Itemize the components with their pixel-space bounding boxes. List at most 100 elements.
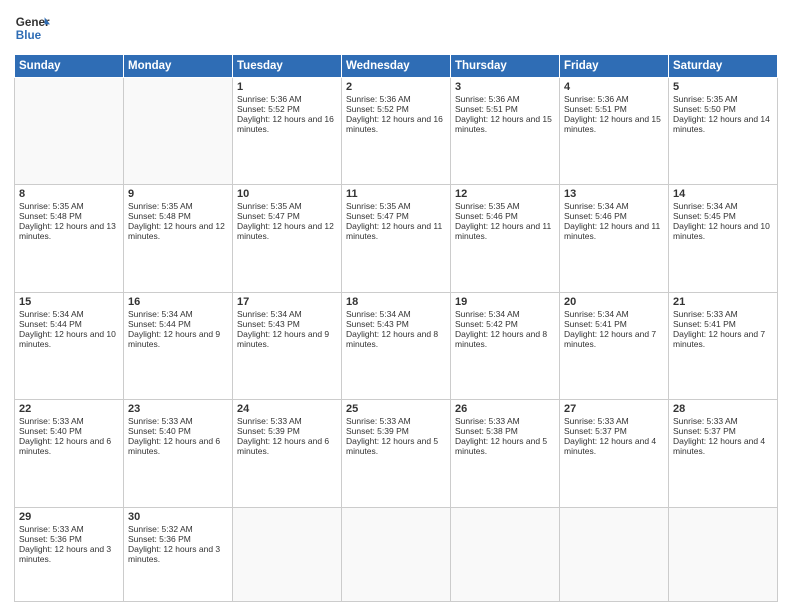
daylight: Daylight: 12 hours and 13 minutes. <box>19 221 116 241</box>
calendar-cell: 1Sunrise: 5:36 AMSunset: 5:52 PMDaylight… <box>233 78 342 185</box>
day-number: 17 <box>237 296 337 308</box>
day-number: 3 <box>455 81 555 93</box>
daylight: Daylight: 12 hours and 15 minutes. <box>455 114 552 134</box>
daylight: Daylight: 12 hours and 6 minutes. <box>19 436 111 456</box>
daylight: Daylight: 12 hours and 10 minutes. <box>19 329 116 349</box>
sunrise: Sunrise: 5:35 AM <box>237 201 302 211</box>
calendar-cell: 28Sunrise: 5:33 AMSunset: 5:37 PMDayligh… <box>669 400 778 507</box>
sunset: Sunset: 5:39 PM <box>346 426 409 436</box>
day-number: 11 <box>346 188 446 200</box>
daylight: Daylight: 12 hours and 12 minutes. <box>237 221 334 241</box>
sunset: Sunset: 5:43 PM <box>237 319 300 329</box>
day-number: 5 <box>673 81 773 93</box>
sunrise: Sunrise: 5:34 AM <box>564 309 629 319</box>
sunset: Sunset: 5:39 PM <box>237 426 300 436</box>
sunrise: Sunrise: 5:33 AM <box>673 309 738 319</box>
daylight: Daylight: 12 hours and 11 minutes. <box>455 221 551 241</box>
sunrise: Sunrise: 5:36 AM <box>455 94 520 104</box>
sunset: Sunset: 5:41 PM <box>673 319 736 329</box>
sunset: Sunset: 5:38 PM <box>455 426 518 436</box>
sunrise: Sunrise: 5:33 AM <box>455 416 520 426</box>
calendar-cell <box>342 507 451 601</box>
calendar-cell: 2Sunrise: 5:36 AMSunset: 5:52 PMDaylight… <box>342 78 451 185</box>
header: General Blue <box>14 10 778 46</box>
weekday-header-friday: Friday <box>560 55 669 78</box>
day-number: 20 <box>564 296 664 308</box>
sunrise: Sunrise: 5:35 AM <box>128 201 193 211</box>
daylight: Daylight: 12 hours and 4 minutes. <box>673 436 765 456</box>
calendar-cell <box>15 78 124 185</box>
sunset: Sunset: 5:47 PM <box>237 211 300 221</box>
day-number: 9 <box>128 188 228 200</box>
sunset: Sunset: 5:51 PM <box>455 104 518 114</box>
daylight: Daylight: 12 hours and 12 minutes. <box>128 221 225 241</box>
svg-text:Blue: Blue <box>16 29 42 42</box>
day-number: 25 <box>346 403 446 415</box>
calendar-cell: 13Sunrise: 5:34 AMSunset: 5:46 PMDayligh… <box>560 185 669 292</box>
daylight: Daylight: 12 hours and 6 minutes. <box>128 436 220 456</box>
sunrise: Sunrise: 5:35 AM <box>673 94 738 104</box>
calendar-cell: 20Sunrise: 5:34 AMSunset: 5:41 PMDayligh… <box>560 292 669 399</box>
day-number: 26 <box>455 403 555 415</box>
calendar-cell <box>451 507 560 601</box>
sunrise: Sunrise: 5:34 AM <box>673 201 738 211</box>
daylight: Daylight: 12 hours and 16 minutes. <box>346 114 443 134</box>
daylight: Daylight: 12 hours and 11 minutes. <box>564 221 660 241</box>
weekday-header-sunday: Sunday <box>15 55 124 78</box>
logo: General Blue <box>14 10 50 46</box>
day-number: 1 <box>237 81 337 93</box>
calendar-cell: 12Sunrise: 5:35 AMSunset: 5:46 PMDayligh… <box>451 185 560 292</box>
daylight: Daylight: 12 hours and 7 minutes. <box>564 329 656 349</box>
calendar-cell: 27Sunrise: 5:33 AMSunset: 5:37 PMDayligh… <box>560 400 669 507</box>
sunrise: Sunrise: 5:34 AM <box>19 309 84 319</box>
sunset: Sunset: 5:37 PM <box>673 426 736 436</box>
daylight: Daylight: 12 hours and 16 minutes. <box>237 114 334 134</box>
sunset: Sunset: 5:36 PM <box>128 534 191 544</box>
calendar-cell: 5Sunrise: 5:35 AMSunset: 5:50 PMDaylight… <box>669 78 778 185</box>
calendar-cell <box>233 507 342 601</box>
sunset: Sunset: 5:47 PM <box>346 211 409 221</box>
sunset: Sunset: 5:52 PM <box>346 104 409 114</box>
sunset: Sunset: 5:40 PM <box>128 426 191 436</box>
daylight: Daylight: 12 hours and 7 minutes. <box>673 329 765 349</box>
day-number: 28 <box>673 403 773 415</box>
day-number: 18 <box>346 296 446 308</box>
day-number: 12 <box>455 188 555 200</box>
sunset: Sunset: 5:41 PM <box>564 319 627 329</box>
day-number: 30 <box>128 511 228 523</box>
daylight: Daylight: 12 hours and 9 minutes. <box>128 329 220 349</box>
sunset: Sunset: 5:46 PM <box>564 211 627 221</box>
day-number: 22 <box>19 403 119 415</box>
day-number: 15 <box>19 296 119 308</box>
sunset: Sunset: 5:48 PM <box>128 211 191 221</box>
calendar-cell: 23Sunrise: 5:33 AMSunset: 5:40 PMDayligh… <box>124 400 233 507</box>
day-number: 14 <box>673 188 773 200</box>
weekday-header-thursday: Thursday <box>451 55 560 78</box>
sunset: Sunset: 5:40 PM <box>19 426 82 436</box>
sunset: Sunset: 5:43 PM <box>346 319 409 329</box>
calendar-cell: 17Sunrise: 5:34 AMSunset: 5:43 PMDayligh… <box>233 292 342 399</box>
daylight: Daylight: 12 hours and 11 minutes. <box>346 221 442 241</box>
calendar-cell: 30Sunrise: 5:32 AMSunset: 5:36 PMDayligh… <box>124 507 233 601</box>
sunrise: Sunrise: 5:34 AM <box>346 309 411 319</box>
sunrise: Sunrise: 5:34 AM <box>564 201 629 211</box>
sunset: Sunset: 5:51 PM <box>564 104 627 114</box>
calendar-cell: 29Sunrise: 5:33 AMSunset: 5:36 PMDayligh… <box>15 507 124 601</box>
day-number: 29 <box>19 511 119 523</box>
day-number: 19 <box>455 296 555 308</box>
daylight: Daylight: 12 hours and 6 minutes. <box>237 436 329 456</box>
calendar-cell: 8Sunrise: 5:35 AMSunset: 5:48 PMDaylight… <box>15 185 124 292</box>
daylight: Daylight: 12 hours and 3 minutes. <box>128 544 220 564</box>
calendar-cell: 24Sunrise: 5:33 AMSunset: 5:39 PMDayligh… <box>233 400 342 507</box>
sunset: Sunset: 5:45 PM <box>673 211 736 221</box>
sunset: Sunset: 5:48 PM <box>19 211 82 221</box>
calendar-cell: 25Sunrise: 5:33 AMSunset: 5:39 PMDayligh… <box>342 400 451 507</box>
weekday-header-saturday: Saturday <box>669 55 778 78</box>
weekday-header-monday: Monday <box>124 55 233 78</box>
sunrise: Sunrise: 5:34 AM <box>455 309 520 319</box>
sunset: Sunset: 5:36 PM <box>19 534 82 544</box>
logo-icon: General Blue <box>14 10 50 46</box>
daylight: Daylight: 12 hours and 8 minutes. <box>455 329 547 349</box>
calendar-cell: 21Sunrise: 5:33 AMSunset: 5:41 PMDayligh… <box>669 292 778 399</box>
daylight: Daylight: 12 hours and 4 minutes. <box>564 436 656 456</box>
